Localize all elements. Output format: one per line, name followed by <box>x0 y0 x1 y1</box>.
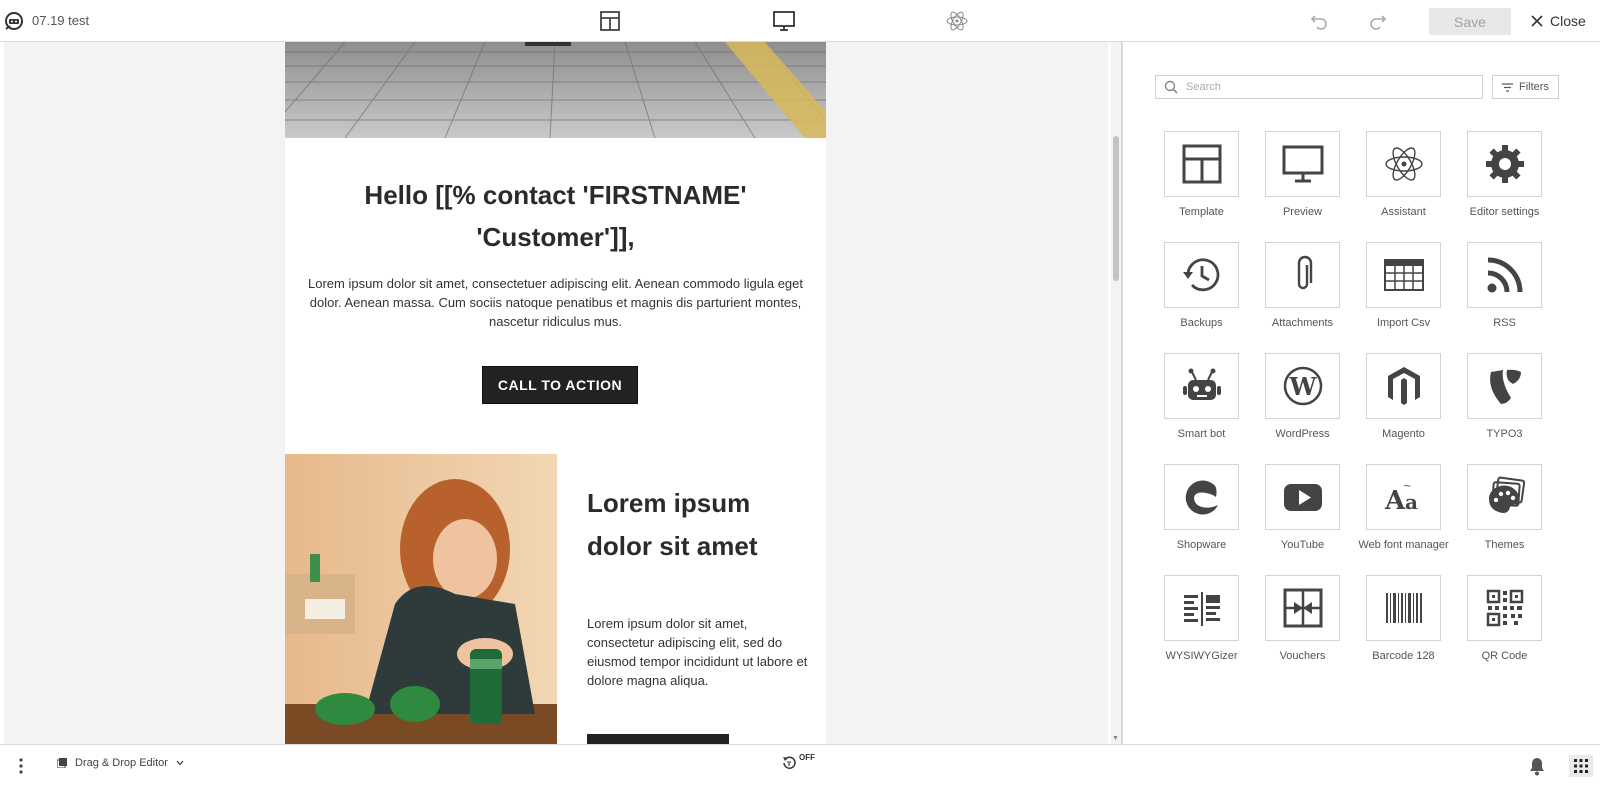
svg-text:~: ~ <box>1403 481 1411 492</box>
tile-label: Magento <box>1382 428 1425 440</box>
intro-paragraph[interactable]: Lorem ipsum dolor sit amet, consectetuer… <box>305 274 806 331</box>
tile-label: Template <box>1179 206 1224 218</box>
tools-panel: Filters Template Preview Assistant <box>1123 42 1600 744</box>
preview-icon <box>1282 145 1323 183</box>
atom-icon <box>1384 147 1423 181</box>
search-box[interactable] <box>1155 75 1483 99</box>
table-icon <box>1383 259 1424 291</box>
svg-text:a: a <box>1405 490 1418 514</box>
scroll-down-arrow-icon[interactable]: ▼ <box>1112 735 1119 742</box>
email-template[interactable]: Hello [[% contact 'FIRSTNAME' 'Customer'… <box>285 42 826 744</box>
search-icon <box>1164 80 1178 94</box>
tile-label: Shopware <box>1176 539 1227 551</box>
autosave-state: OFF <box>799 753 815 762</box>
rss-icon <box>1487 257 1522 293</box>
tile-label: WordPress <box>1275 428 1330 440</box>
undo-icon[interactable] <box>1309 11 1329 31</box>
autosave-toggle[interactable]: T OFF <box>781 753 815 771</box>
tile-label: Web font manager <box>1358 539 1449 551</box>
tile-label: TYPO3 <box>1486 428 1523 440</box>
tile-label: Attachments <box>1271 317 1334 329</box>
filters-button[interactable]: Filters <box>1492 75 1559 99</box>
paperclip-icon <box>1297 255 1312 290</box>
svg-text:W: W <box>1288 372 1317 401</box>
call-to-action-button[interactable]: CALL TO ACTION <box>482 366 638 404</box>
section-button[interactable] <box>587 734 729 744</box>
wordpress-icon: W <box>1283 366 1322 406</box>
tile-label: Vouchers <box>1279 650 1326 662</box>
assistant-atom-icon[interactable] <box>945 9 969 33</box>
youtube-icon <box>1283 484 1322 511</box>
tile-label: QR Code <box>1481 650 1528 662</box>
apps-menu-button[interactable] <box>1569 755 1593 777</box>
redo-icon[interactable] <box>1368 11 1388 31</box>
save-button[interactable]: Save <box>1429 8 1511 35</box>
template-icon <box>1182 144 1221 184</box>
font-icon: A a ~ <box>1384 481 1418 516</box>
layers-icon <box>57 758 67 768</box>
timer-icon: T <box>783 756 796 769</box>
editor-mode-label: Drag & Drop Editor <box>75 757 168 769</box>
hero-image[interactable] <box>285 42 826 138</box>
filters-label: Filters <box>1519 81 1549 93</box>
notification-bell-icon[interactable] <box>1528 756 1546 776</box>
close-label: Close <box>1550 13 1586 29</box>
bottom-bar: Drag & Drop Editor T OFF <box>0 744 1600 785</box>
history-icon <box>1182 258 1219 292</box>
template-layout-icon[interactable] <box>598 9 622 33</box>
tile-label: Themes <box>1484 539 1525 551</box>
greeting-heading[interactable]: Hello [[% contact 'FIRSTNAME' 'Customer'… <box>305 174 806 258</box>
close-button[interactable]: Close <box>1530 10 1586 32</box>
shopware-icon <box>1185 480 1218 515</box>
tile-label: Assistant <box>1381 206 1426 218</box>
close-icon <box>1531 15 1543 27</box>
document-title: 07.19 test <box>32 13 90 28</box>
typo3-icon <box>1489 369 1521 404</box>
section-heading[interactable]: Lorem ipsum dolor sit amet <box>587 482 807 568</box>
magento-icon <box>1387 367 1420 405</box>
wysiwygizer-icon <box>1183 592 1220 626</box>
search-input[interactable] <box>1186 81 1466 93</box>
editor-mode-dropdown[interactable]: Drag & Drop Editor <box>57 757 184 769</box>
tile-label: Backups <box>1180 317 1223 329</box>
filter-icon <box>1502 82 1514 92</box>
robot-icon <box>1182 368 1221 400</box>
tile-label: Barcode 128 <box>1372 650 1435 662</box>
canvas-scrollbar[interactable]: ▼ <box>1111 42 1121 744</box>
tile-label: Preview <box>1282 206 1323 218</box>
tile-label: WYSIWYGizer <box>1165 650 1238 662</box>
section-paragraph[interactable]: Lorem ipsum dolor sit amet, consectetur … <box>587 614 817 690</box>
barcode-icon <box>1385 593 1422 623</box>
girl-photo[interactable] <box>285 454 557 744</box>
chevron-down-icon <box>176 760 184 766</box>
tile-label: Smart bot <box>1177 428 1226 440</box>
tile-label: RSS <box>1493 317 1516 329</box>
gear-icon <box>1485 145 1524 183</box>
tile-label: Editor settings <box>1469 206 1540 218</box>
tile-label: Import Csv <box>1376 317 1431 329</box>
svg-text:T: T <box>787 761 792 768</box>
palette-icon <box>1488 476 1525 513</box>
tile-label: YouTube <box>1280 539 1325 551</box>
voucher-icon <box>1283 588 1322 628</box>
app-logo-icon[interactable] <box>4 11 24 31</box>
editor-canvas[interactable]: Hello [[% contact 'FIRSTNAME' 'Customer'… <box>4 42 1108 744</box>
top-toolbar: 07.19 test Save Close <box>0 0 1600 42</box>
grid-apps-icon <box>1574 759 1588 773</box>
desktop-preview-icon[interactable] <box>772 9 796 33</box>
more-options-icon[interactable] <box>16 757 26 775</box>
qrcode-icon <box>1486 589 1523 627</box>
scrollbar-thumb[interactable] <box>1113 136 1119 281</box>
